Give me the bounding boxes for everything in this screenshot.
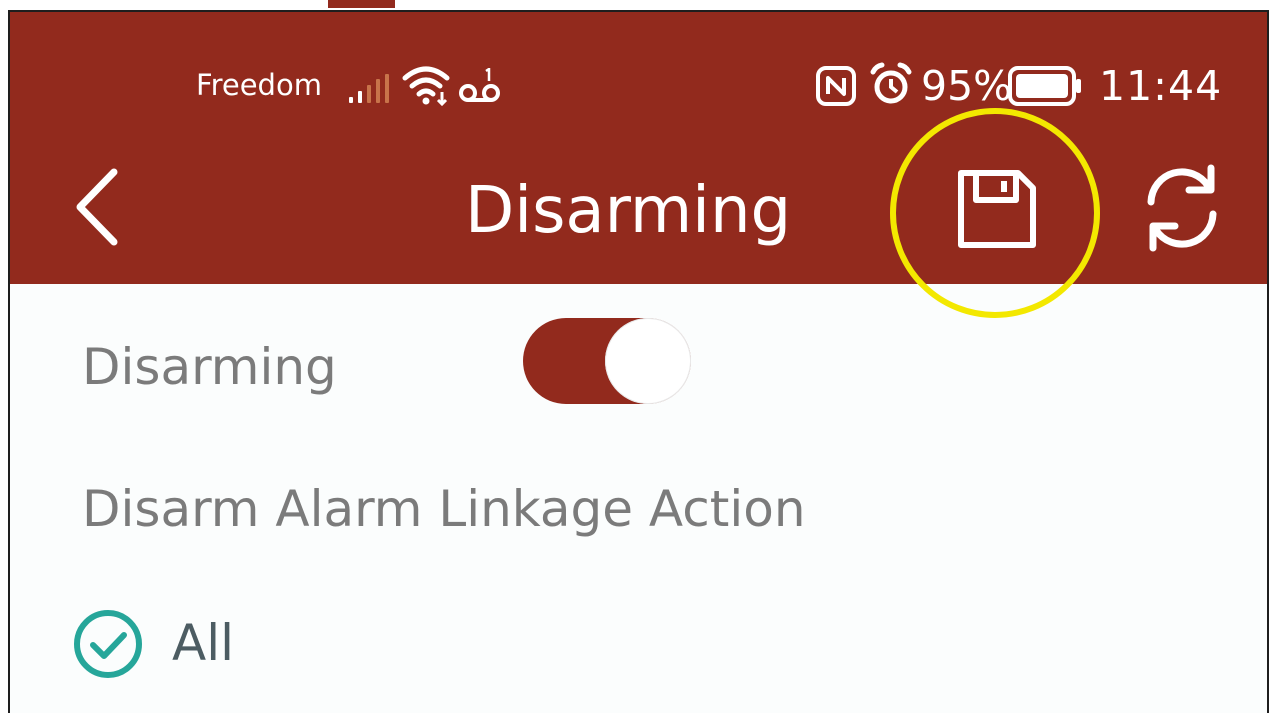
- carrier-name: Freedom: [196, 68, 322, 102]
- battery-percent: 95%: [921, 62, 1013, 110]
- voicemail-icon: [459, 68, 500, 102]
- status-clock: 11:44: [1099, 62, 1223, 110]
- refresh-icon: [1147, 164, 1217, 252]
- linkage-action-label: Disarm Alarm Linkage Action: [82, 480, 806, 538]
- alarm-icon: [870, 62, 912, 104]
- refresh-button[interactable]: [1138, 164, 1226, 252]
- all-option-label: All: [172, 614, 234, 672]
- save-button-highlight-circle: [890, 108, 1100, 318]
- back-button[interactable]: [68, 164, 128, 250]
- app-screen: Freedom 95% 11:44 Disarming Disarming Di…: [8, 10, 1269, 713]
- battery-icon: [1008, 66, 1081, 106]
- signal-icon: [349, 74, 389, 103]
- disarming-toggle[interactable]: [523, 318, 691, 404]
- status-bar: Freedom 95% 11:44: [10, 12, 1267, 152]
- wifi-icon: [402, 66, 450, 106]
- nfc-icon: [816, 66, 856, 106]
- page-title: Disarming: [465, 174, 792, 248]
- toggle-knob: [605, 318, 691, 404]
- check-circle-icon: [74, 610, 142, 678]
- all-checkbox[interactable]: [72, 608, 144, 680]
- disarming-label: Disarming: [82, 338, 337, 396]
- top-edge-marker: [328, 0, 395, 8]
